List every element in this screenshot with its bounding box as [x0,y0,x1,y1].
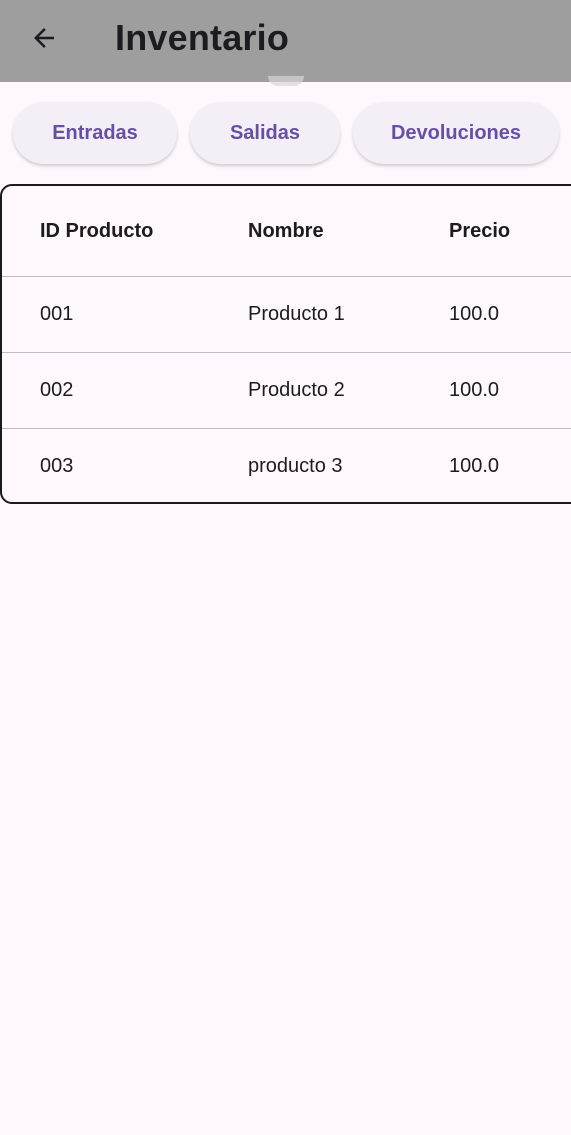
cell-precio: 100.0 [449,454,500,477]
table-row[interactable]: 002 Producto 2 100.0 [2,352,571,429]
cell-id: 001 [40,302,74,325]
app-bar: Inventario [0,0,571,82]
scroll-indicator [268,76,304,86]
back-button[interactable] [20,14,68,62]
header-nombre: Nombre [248,219,324,242]
page-title: Inventario [115,17,290,58]
inventory-table: ID Producto Nombre Precio 001 Producto 1… [0,184,571,504]
cell-nombre: producto 3 [248,454,343,477]
table-row[interactable]: 003 producto 3 100.0 [2,428,571,502]
entradas-button[interactable]: Entradas [13,102,177,164]
arrow-left-icon [34,28,54,48]
salidas-button[interactable]: Salidas [190,102,340,164]
cell-nombre: Producto 2 [248,378,345,401]
cell-precio: 100.0 [449,378,500,401]
cell-id: 002 [40,378,74,401]
cell-nombre: Producto 1 [248,302,345,325]
header-precio: Precio [449,219,511,242]
action-buttons-row: Entradas Salidas Devoluciones [0,102,571,166]
cell-precio: 100.0 [449,302,500,325]
devoluciones-button[interactable]: Devoluciones [353,102,559,164]
header-id-producto: ID Producto [40,219,154,242]
table-header-row: ID Producto Nombre Precio [2,186,571,277]
cell-id: 003 [40,454,74,477]
table-row[interactable]: 001 Producto 1 100.0 [2,276,571,353]
